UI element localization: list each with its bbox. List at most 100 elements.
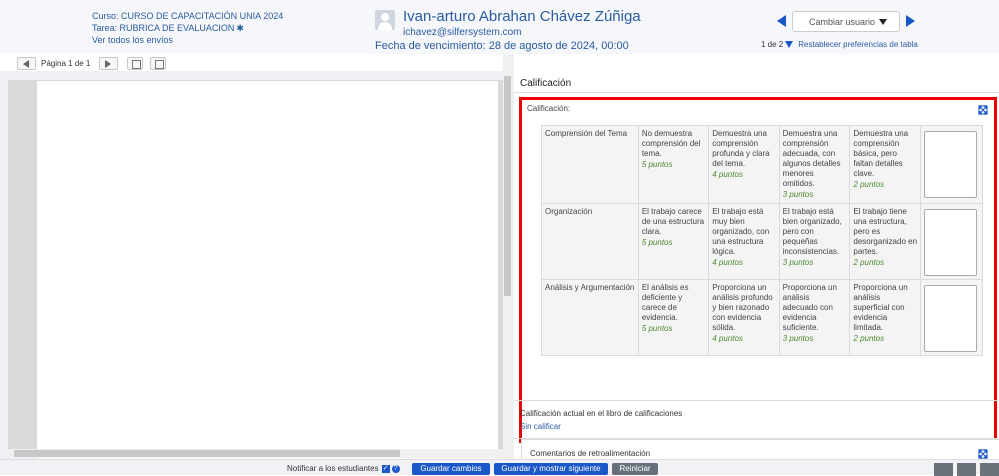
scroll-thumb[interactable] bbox=[14, 450, 400, 457]
avatar bbox=[375, 10, 395, 30]
pager-line: 1 de 2 Restablecer preferencias de tabla bbox=[761, 40, 918, 49]
user-name[interactable]: Ivan-arturo Abrahan Chávez Zúñiga bbox=[403, 8, 641, 25]
level-description: Proporciona un análisis superficial con … bbox=[853, 283, 908, 332]
document-page bbox=[37, 81, 498, 461]
remark-textarea[interactable] bbox=[924, 131, 978, 198]
rubric-level[interactable]: El trabajo está muy bien organizado, con… bbox=[708, 203, 780, 280]
page-label: Página 1 de 1 bbox=[41, 59, 91, 68]
rubric-level[interactable]: Proporciona un análisis adecuado con evi… bbox=[778, 279, 851, 356]
change-user-placeholder: Cambiar usuario bbox=[809, 17, 876, 27]
level-points: 3 puntos bbox=[782, 190, 814, 199]
task-link[interactable]: Tarea: RUBRICA DE EVALUACION bbox=[92, 23, 234, 33]
level-description: No demuestra comprensión del tema. bbox=[641, 129, 701, 158]
rubric-level[interactable]: Proporciona un análisis superficial con … bbox=[849, 279, 922, 356]
rubric-level[interactable]: El trabajo está bien organizado, pero co… bbox=[778, 203, 851, 280]
save-next-button[interactable]: Guardar y mostrar siguiente bbox=[494, 463, 608, 475]
next-user-icon[interactable] bbox=[906, 15, 915, 27]
rubric-level[interactable]: Demuestra una comprensión profunda y cla… bbox=[708, 125, 780, 204]
fit-button[interactable] bbox=[150, 57, 166, 70]
section-title: Calificación bbox=[520, 78, 572, 89]
rubric-level[interactable]: Proporciona un análisis profundo y bien … bbox=[708, 279, 780, 356]
level-description: Proporciona un análisis adecuado con evi… bbox=[782, 283, 837, 332]
change-user-select[interactable]: Cambiar usuario bbox=[792, 11, 900, 32]
divider bbox=[514, 400, 999, 401]
current-grade-link[interactable]: Sin calificar bbox=[520, 422, 561, 431]
arrow-right-icon bbox=[105, 60, 111, 68]
user-email: ichavez@silfersystem.com bbox=[403, 27, 522, 38]
document-viewer: Página 1 de 1 bbox=[0, 54, 514, 461]
level-description: Demuestra una comprensión adecuada, con … bbox=[782, 129, 841, 188]
pager-filter-icon[interactable] bbox=[785, 41, 794, 49]
scroll-thumb[interactable] bbox=[504, 76, 511, 296]
notify-students: Notificar a los estudiantes ✓? bbox=[287, 464, 400, 473]
course-link[interactable]: Curso: CURSO DE CAPACITACIÓN UNIA 2024 bbox=[92, 10, 283, 22]
level-description: El análisis es deficiente y carece de ev… bbox=[641, 283, 689, 322]
level-points: 2 puntos bbox=[853, 180, 885, 189]
view-all-link[interactable]: Ver todos los envíos bbox=[92, 34, 283, 46]
rubric-level[interactable]: El análisis es deficiente y carece de ev… bbox=[637, 279, 710, 356]
rubric-row: Organización El trabajo carece de una es… bbox=[541, 203, 983, 280]
collapse-icon[interactable] bbox=[978, 449, 988, 459]
rubric-table: Comprensión del Tema No demuestra compre… bbox=[541, 125, 983, 356]
rubric-level[interactable]: No demuestra comprensión del tema. 5 punt… bbox=[637, 125, 710, 204]
level-points: 5 puntos bbox=[641, 324, 673, 333]
remark-cell bbox=[920, 125, 983, 204]
level-description: El trabajo carece de una estructura clar… bbox=[641, 207, 705, 236]
layout-collapse-right-button[interactable] bbox=[980, 463, 999, 476]
remark-cell bbox=[920, 279, 983, 356]
level-points: 2 puntos bbox=[853, 334, 885, 343]
action-bar: Notificar a los estudiantes ✓? Guardar ca… bbox=[0, 459, 999, 476]
remark-textarea[interactable] bbox=[924, 209, 978, 276]
rubric-row: Análisis y Argumentación El análisis es … bbox=[541, 279, 983, 356]
help-icon[interactable]: ? bbox=[391, 464, 400, 473]
level-points: 3 puntos bbox=[782, 334, 814, 343]
divider bbox=[514, 92, 999, 93]
level-description: El trabajo está bien organizado, pero co… bbox=[782, 207, 842, 256]
level-description: Proporciona un análisis profundo y bien … bbox=[712, 283, 773, 332]
rubric-level[interactable]: El trabajo tiene una estructura, pero es… bbox=[849, 203, 922, 280]
criterion: Organización bbox=[541, 203, 639, 280]
notify-label: Notificar a los estudiantes bbox=[287, 464, 379, 473]
rubric-level[interactable]: Demuestra una comprensión básica, pero f… bbox=[849, 125, 922, 204]
grader-header: Curso: CURSO DE CAPACITACIÓN UNIA 2024 T… bbox=[0, 0, 999, 55]
layout-both-button[interactable] bbox=[957, 463, 976, 476]
reset-button[interactable]: Reiniciar bbox=[612, 463, 658, 475]
viewer-vertical-scrollbar[interactable] bbox=[503, 54, 512, 459]
arrow-left-icon bbox=[23, 60, 29, 68]
previous-user-icon[interactable] bbox=[777, 15, 786, 27]
prev-page-button[interactable] bbox=[17, 57, 36, 70]
page-icon bbox=[132, 60, 141, 69]
level-description: Demuestra una comprensión básica, pero f… bbox=[853, 129, 909, 178]
criterion: Análisis y Argumentación bbox=[541, 279, 639, 356]
current-grade-label: Calificación actual en el libro de calif… bbox=[520, 409, 683, 418]
rubric-level[interactable]: Demuestra una comprensión adecuada, con … bbox=[778, 125, 851, 204]
viewer-horizontal-scrollbar[interactable] bbox=[8, 449, 503, 458]
level-points: 5 puntos bbox=[641, 238, 673, 247]
level-points: 4 puntos bbox=[712, 258, 743, 267]
viewer-toolbar: Página 1 de 1 bbox=[0, 54, 512, 71]
level-description: El trabajo está muy bien organizado, con… bbox=[712, 207, 770, 256]
collapse-icon[interactable] bbox=[978, 105, 988, 115]
card-title: Calificación: bbox=[527, 104, 571, 113]
criterion: Comprensión del Tema bbox=[541, 125, 639, 204]
level-description: El trabajo tiene una estructura, pero es… bbox=[853, 207, 918, 256]
layout-collapse-left-button[interactable] bbox=[934, 463, 953, 476]
gear-icon[interactable]: ✱ bbox=[236, 22, 244, 34]
next-page-button[interactable] bbox=[99, 57, 118, 70]
chevron-down-icon bbox=[879, 19, 887, 25]
reset-preferences-link[interactable]: Restablecer preferencias de tabla bbox=[798, 40, 918, 49]
due-date: Fecha de vencimiento: 28 de agosto de 20… bbox=[375, 40, 629, 52]
level-points: 4 puntos bbox=[712, 334, 743, 343]
pager-count: 1 de 2 bbox=[761, 40, 784, 49]
grading-panel: Calificación Calificación: Comprensión d… bbox=[514, 54, 999, 460]
save-button[interactable]: Guardar cambios bbox=[412, 463, 490, 475]
rubric-level[interactable]: El trabajo carece de una estructura clar… bbox=[637, 203, 710, 280]
level-points: 2 puntos bbox=[853, 258, 885, 267]
remark-cell bbox=[920, 203, 983, 280]
feedback-card: Comentarios de retroalimentación bbox=[521, 439, 999, 460]
notify-checkbox[interactable]: ✓ bbox=[381, 464, 390, 473]
expand-icon bbox=[155, 60, 164, 69]
remark-textarea[interactable] bbox=[924, 285, 978, 352]
rotate-button[interactable] bbox=[127, 57, 143, 70]
rubric-row: Comprensión del Tema No demuestra compre… bbox=[541, 125, 983, 204]
